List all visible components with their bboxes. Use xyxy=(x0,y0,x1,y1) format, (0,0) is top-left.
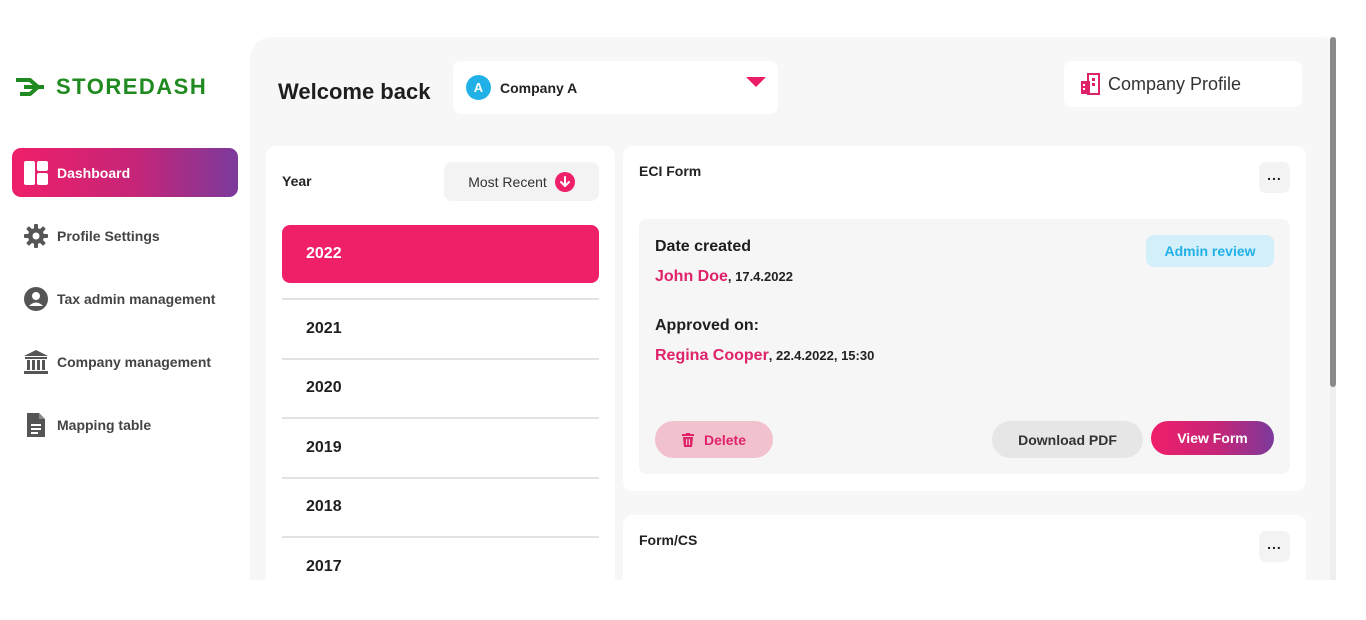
company-profile-label: Company Profile xyxy=(1108,73,1242,94)
main-panel: Welcome back A Company A Company Profile… xyxy=(250,37,1336,580)
gear-icon xyxy=(23,223,49,249)
created-date: , 17.4.2022 xyxy=(727,269,793,284)
page-title: Welcome back xyxy=(278,79,431,104)
sidebar-item-label: Tax admin management xyxy=(57,290,216,307)
year-panel: Year Most Recent 2022 2021 2020 2019 201… xyxy=(266,146,615,580)
user-circle-icon xyxy=(23,286,49,312)
approved-info: Regina Cooper, 22.4.2022, 15:30 xyxy=(655,347,874,365)
caret-down-icon xyxy=(746,77,766,87)
sidebar-nav: Dashboard Profile Settings Tax admin man… xyxy=(12,148,238,463)
year-item-2017[interactable]: 2017 xyxy=(282,536,599,580)
company-select-value: Company A xyxy=(500,79,578,96)
scrollbar-thumb[interactable] xyxy=(1330,37,1336,387)
date-created-heading: Date created xyxy=(655,238,752,255)
company-badge: A xyxy=(466,75,491,100)
year-item-2020[interactable]: 2020 xyxy=(282,357,599,418)
view-form-button[interactable]: View Form xyxy=(1151,421,1274,455)
dashboard-icon xyxy=(23,160,49,186)
sidebar-item-label: Dashboard xyxy=(57,164,131,181)
year-item-2021[interactable]: 2021 xyxy=(282,298,599,358)
approved-by-link[interactable]: Regina Cooper xyxy=(655,347,769,364)
company-profile-button[interactable]: Company Profile xyxy=(1064,61,1302,107)
delete-label: Delete xyxy=(703,431,747,448)
approved-on-heading: Approved on: xyxy=(655,317,759,334)
sort-most-recent-button[interactable]: Most Recent xyxy=(444,162,599,201)
approved-date: , 22.4.2022, 15:30 xyxy=(768,348,875,363)
form-details: Date created Admin review John Doe, 17.4… xyxy=(639,219,1290,474)
delete-button[interactable]: Delete xyxy=(655,421,773,458)
form-card-cs: Form/CS ... xyxy=(623,515,1306,580)
sidebar-item-label: Mapping table xyxy=(57,416,152,433)
building-icon xyxy=(1081,73,1100,95)
arrow-down-icon xyxy=(554,171,575,192)
more-options-button[interactable]: ... xyxy=(1259,531,1290,562)
sort-label: Most Recent xyxy=(468,173,547,190)
logo-icon xyxy=(16,78,44,96)
sidebar-item-tax-admin[interactable]: Tax admin management xyxy=(12,274,238,323)
created-info: John Doe, 17.4.2022 xyxy=(655,268,793,286)
sidebar-item-profile-settings[interactable]: Profile Settings xyxy=(12,211,238,260)
bank-icon xyxy=(23,349,49,375)
sidebar-item-company-management[interactable]: Company management xyxy=(12,337,238,386)
logo-text: STOREDASH xyxy=(56,74,208,99)
download-pdf-button[interactable]: Download PDF xyxy=(992,421,1143,458)
created-by-link[interactable]: John Doe xyxy=(655,268,728,285)
sidebar-item-label: Profile Settings xyxy=(57,227,160,244)
trash-icon xyxy=(681,432,694,447)
app-logo[interactable]: STOREDASH xyxy=(14,74,207,100)
sidebar-item-dashboard[interactable]: Dashboard xyxy=(12,148,238,197)
form-card-title: Form/CS xyxy=(639,532,698,548)
company-select[interactable]: A Company A xyxy=(453,61,778,114)
scrollbar[interactable] xyxy=(1330,37,1336,580)
form-card-title: ECI Form xyxy=(639,163,702,179)
year-item-2019[interactable]: 2019 xyxy=(282,417,599,477)
year-label: Year xyxy=(282,173,312,189)
more-options-button[interactable]: ... xyxy=(1259,162,1290,193)
form-card-eci: ECI Form ... Date created Admin review J… xyxy=(623,146,1306,491)
sidebar-item-label: Company management xyxy=(57,353,212,370)
sidebar-item-mapping-table[interactable]: Mapping table xyxy=(12,400,238,449)
year-list: 2022 2021 2020 2019 2018 2017 xyxy=(282,225,599,580)
document-icon xyxy=(23,412,49,438)
year-item-2018[interactable]: 2018 xyxy=(282,476,599,537)
year-item-2022[interactable]: 2022 xyxy=(282,225,599,283)
status-badge: Admin review xyxy=(1146,235,1274,267)
